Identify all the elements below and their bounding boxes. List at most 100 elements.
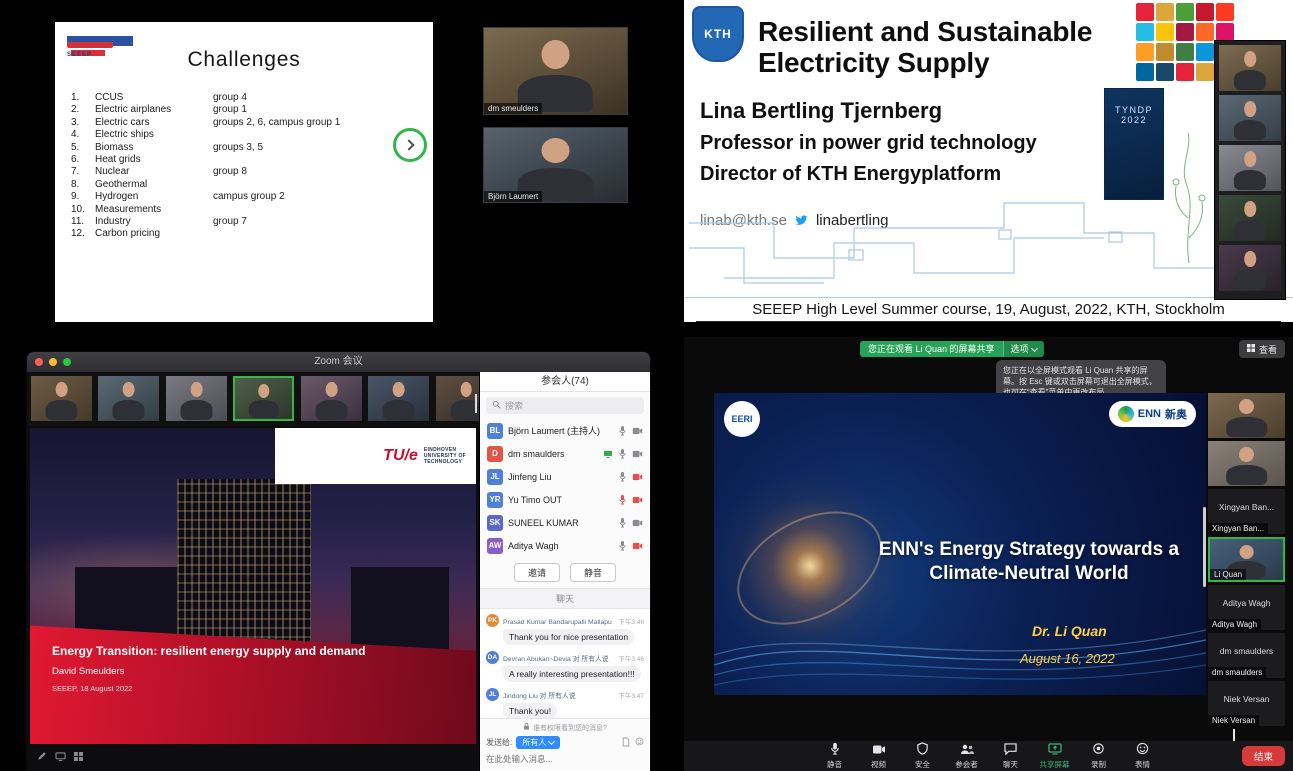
sdg-tile [1176, 63, 1194, 81]
participants-button[interactable]: 参会者 [945, 742, 989, 770]
challenges-list: 1.CCUSgroup 4 2.Electric airplanesgroup … [71, 92, 421, 241]
seeep-flag-graphic [67, 30, 113, 48]
participant-row[interactable]: SK SUNEEL KUMAR [484, 511, 646, 534]
close-button[interactable] [35, 358, 43, 366]
participant-name: Xingyan Ban... [1208, 502, 1285, 512]
enn-title-slide: EERI ENN 新奥 ENN's Energy Strategy toward… [714, 393, 1206, 695]
challenge-row: 1.CCUSgroup 4 [71, 92, 421, 104]
search-icon [492, 400, 501, 411]
mute-all-button[interactable]: 静音 [570, 563, 616, 582]
video-tile[interactable]: Xingyan Ban...Xingyan Ban... [1208, 489, 1285, 534]
participant-row[interactable]: BL Björn Laumert (主持人) [484, 419, 646, 442]
avatar: PK [486, 614, 499, 627]
video-tile[interactable] [166, 376, 227, 421]
end-meeting-button[interactable]: 结束 [1242, 746, 1285, 766]
participant-name: Yu Timo OUT [508, 495, 613, 505]
participant-row[interactable]: JL Jinfeng Liu [484, 465, 646, 488]
video-tile[interactable] [98, 376, 159, 421]
avatar: DA [486, 651, 499, 664]
participant-row[interactable]: D dm smaulders [484, 442, 646, 465]
invite-button[interactable]: 邀请 [514, 563, 560, 582]
emoji-icon[interactable] [635, 737, 644, 749]
speaker-role: Professor in power grid technology [700, 132, 1037, 155]
video-tile-active-speaker[interactable] [233, 376, 294, 421]
layout-icon[interactable] [74, 748, 83, 766]
share-options-button[interactable]: 选项 [1003, 341, 1044, 357]
video-tile-active-speaker[interactable]: Li Quan [1208, 537, 1285, 582]
mute-button[interactable]: 静音 [813, 742, 857, 770]
file-attach-icon[interactable] [622, 737, 630, 749]
reactions-button[interactable]: 表情 [1121, 742, 1165, 770]
pen-icon[interactable] [37, 748, 47, 766]
mic-icon [618, 517, 627, 528]
video-tile[interactable] [31, 376, 92, 421]
video-button[interactable]: 视频 [857, 742, 901, 770]
video-filmstrip [27, 372, 479, 426]
camera-off-icon [632, 496, 643, 504]
video-tile[interactable] [1219, 95, 1281, 141]
strip-collapse-button[interactable] [1233, 729, 1249, 739]
challenge-row: 7.Nucleargroup 8 [71, 166, 421, 178]
privacy-note: 谁有权限看到您的消息? [486, 722, 644, 733]
chevron-down-icon [548, 738, 555, 745]
avatar: BL [487, 423, 503, 439]
strip-scrollbar[interactable] [1203, 507, 1206, 587]
participant-video-silhouette [1230, 201, 1270, 240]
participant-name-tag: dm smaulders [1208, 667, 1266, 678]
participant-name: Aditya Wagh [508, 541, 613, 551]
participant-name: Aditya Wagh [1208, 598, 1285, 608]
enn-globe-icon [1118, 406, 1134, 422]
video-tile[interactable] [1219, 145, 1281, 191]
smiley-icon [1136, 742, 1149, 755]
video-tile[interactable] [301, 376, 362, 421]
video-tile[interactable]: Björn Laumert [483, 127, 628, 203]
video-tile[interactable] [1208, 441, 1285, 486]
message-text: A really interesting presentation!!! [503, 666, 641, 682]
minimize-button[interactable] [49, 358, 57, 366]
chat-input[interactable] [486, 754, 644, 764]
chat-compose-area: 谁有权限看到您的消息? 发送给: 所有人 [480, 718, 650, 771]
sdg-tile [1156, 3, 1174, 21]
video-tile[interactable]: Aditya WaghAditya Wagh [1208, 585, 1285, 630]
participant-video-silhouette [109, 382, 148, 420]
video-tile[interactable] [1219, 195, 1281, 241]
chat-section-header: 聊天 [480, 589, 650, 609]
sdg-tile [1156, 63, 1174, 81]
mic-icon [618, 425, 627, 436]
challenge-row: 3.Electric carsgroups 2, 6, campus group… [71, 117, 421, 129]
record-button[interactable]: 录制 [1077, 742, 1121, 770]
video-tile[interactable]: Niek VersanNiek Versan [1208, 681, 1285, 726]
participant-name: dm smaulders [508, 449, 598, 459]
video-tile[interactable] [368, 376, 429, 421]
sdg-tile [1156, 43, 1174, 61]
fullscreen-button[interactable] [63, 358, 71, 366]
search-input[interactable]: 搜索 [486, 397, 644, 414]
monitor-icon[interactable] [55, 748, 66, 766]
chat-message: DA Devran Abukan~Devia 对 所有人说 下午3:46 A r… [486, 651, 644, 682]
challenge-row: 11.Industrygroup 7 [71, 216, 421, 228]
video-tile[interactable] [1219, 245, 1281, 291]
participant-row[interactable]: YR Yu Timo OUT [484, 488, 646, 511]
grid-view-icon [1247, 344, 1255, 354]
participant-row[interactable]: AW Aditya Wagh [484, 534, 646, 557]
challenge-row: 4.Electric ships [71, 129, 421, 141]
participant-video-silhouette [246, 384, 282, 418]
participant-video-silhouette [1222, 399, 1271, 437]
share-screen-button[interactable]: 共享屏幕 [1033, 742, 1077, 770]
slide-title: Energy Transition: resilient energy supp… [52, 644, 365, 658]
quadrant-top-left-zoom-call: SEEEP Challenges 1.CCUSgroup 4 2.Electri… [0, 0, 650, 335]
video-tile[interactable]: dm smauldersdm smaulders [1208, 633, 1285, 678]
participant-name-tag: Niek Versan [1208, 715, 1259, 726]
message-sender: Prasad Kumar Bandarupalli Mallapu 对 所有人说 [503, 616, 614, 626]
video-tile[interactable] [1208, 393, 1285, 438]
sdg-tile [1196, 63, 1214, 81]
video-tile[interactable] [1219, 45, 1281, 91]
next-slide-arrow-annotation [393, 128, 427, 162]
challenges-slide: SEEEP Challenges 1.CCUSgroup 4 2.Electri… [55, 22, 433, 322]
security-button[interactable]: 安全 [901, 742, 945, 770]
send-to-selector[interactable]: 所有人 [516, 736, 560, 749]
chat-button[interactable]: 聊天 [989, 742, 1033, 770]
video-tile[interactable]: dm smeulders [483, 27, 628, 115]
filmstrip-next-button[interactable] [475, 394, 477, 412]
view-button[interactable]: 查看 [1239, 340, 1285, 358]
